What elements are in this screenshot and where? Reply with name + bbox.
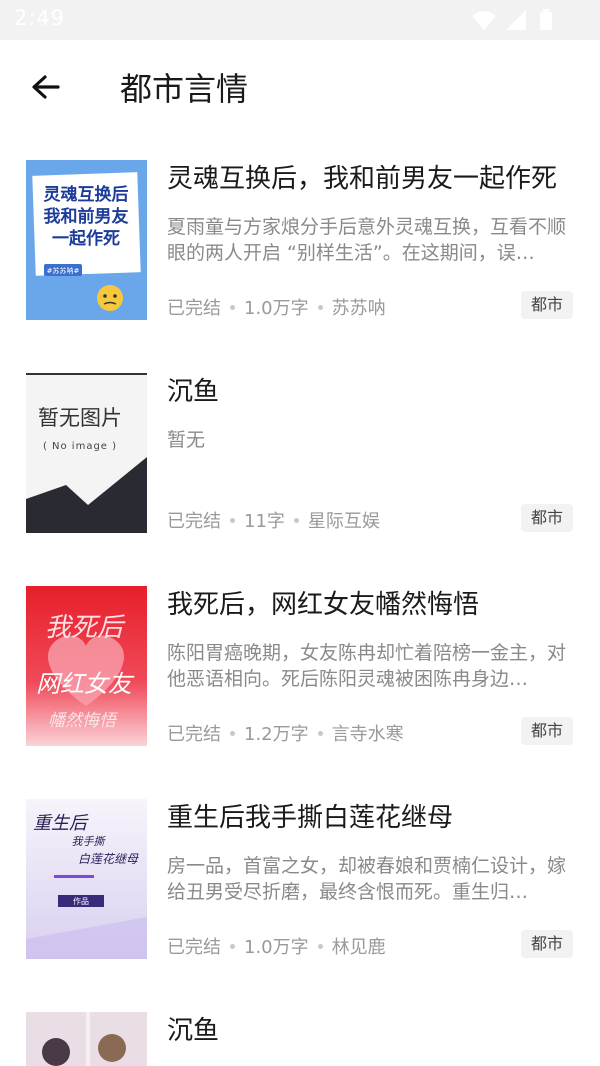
cover-text-line: ( No image )	[43, 441, 117, 452]
book-status: 已完结	[167, 298, 221, 319]
book-description: 房一品，首富之女，却被春娘和贾楠仁设计，嫁给丑男受尽折磨，最终含恨而死。重生归…	[167, 855, 567, 903]
book-item[interactable]: 我死后 网红女友 幡然悔悟 我死后，网红女友幡然悔悟 陈阳胃癌晚期，女友陈冉却忙…	[0, 566, 600, 766]
cover-text-line: 幡然悔悟	[48, 711, 119, 731]
cover-text-line: 我手撕	[72, 835, 107, 848]
separator-dot	[293, 517, 299, 523]
category-tag[interactable]: 都市	[520, 291, 573, 319]
separator-dot	[230, 517, 235, 523]
page-title: 都市言情	[120, 70, 249, 108]
status-icons	[454, 8, 554, 32]
book-author: 言寺水寒	[331, 724, 404, 745]
book-meta: 已完结 1.2万字 言寺水寒	[167, 720, 404, 746]
book-title: 沉鱼	[167, 377, 220, 407]
app-header: 都市言情	[0, 40, 600, 136]
cover-text-line: 暂无图片	[38, 406, 122, 430]
book-title: 重生后我手撕白莲花继母	[167, 803, 454, 833]
book-item[interactable]: 灵魂互换后 我和前男友 一起作死 #苏苏呐# 灵魂互换后，我和前男友一起作死 夏…	[0, 140, 600, 340]
status-time: 2:49	[14, 6, 66, 30]
book-cover: 重生后 我手撕 白莲花继母 作品	[26, 799, 147, 959]
cover-text-line: 重生后	[33, 813, 89, 834]
separator-dot	[230, 304, 235, 310]
book-item[interactable]: 沉鱼	[0, 992, 600, 1066]
book-title: 我死后，网红女友幡然悔悟	[167, 590, 480, 620]
book-title: 沉鱼	[167, 1016, 220, 1046]
cover-text-line: 我和前男友	[44, 206, 129, 227]
separator-dot	[317, 943, 323, 949]
book-cover: 灵魂互换后 我和前男友 一起作死 #苏苏呐#	[26, 160, 147, 320]
cover-badge: 作品	[73, 896, 89, 906]
separator-dot	[317, 304, 323, 310]
book-description: 暂无	[167, 429, 206, 451]
book-description: 夏雨童与方家烺分手后意外灵魂互换，互看不顺眼的两人开启 “别样生活”。在这期间，…	[167, 216, 567, 264]
back-button[interactable]	[24, 66, 68, 110]
book-author: 苏苏呐	[331, 298, 386, 319]
book-title: 灵魂互换后，我和前男友一起作死	[167, 164, 558, 194]
book-author: 星际互娱	[307, 511, 380, 532]
book-cover: 我死后 网红女友 幡然悔悟	[26, 586, 147, 746]
book-item[interactable]: 暂无图片 ( No image ) 沉鱼 暂无 已完结 11字 星际互娱 都市	[0, 353, 600, 553]
book-author: 林见鹿	[331, 937, 386, 958]
cover-text-line: 我死后	[45, 613, 126, 643]
separator-dot	[230, 730, 235, 736]
signal-icon	[506, 10, 526, 30]
arrow-left-icon	[32, 75, 60, 99]
book-meta: 已完结 1.0万字 苏苏呐	[167, 294, 386, 320]
separator-dot	[317, 730, 323, 736]
book-item[interactable]: 重生后 我手撕 白莲花继母 作品 重生后我手撕白莲花继母 房一品，首富之女，却被…	[0, 779, 600, 979]
category-tag[interactable]: 都市	[520, 930, 573, 958]
book-status: 已完结	[167, 937, 221, 958]
category-tag[interactable]: 都市	[520, 717, 573, 745]
book-meta: 已完结 1.0万字 林见鹿	[167, 933, 386, 959]
status-bar: 2:49	[0, 0, 600, 40]
book-word-count: 1.0万字	[244, 298, 309, 319]
book-word-count: 1.0万字	[244, 937, 309, 958]
battery-icon	[540, 9, 552, 30]
book-word-count: 1.2万字	[244, 724, 309, 745]
book-status: 已完结	[167, 724, 221, 745]
separator-dot	[230, 943, 235, 949]
cover-badge: #苏苏呐#	[47, 266, 80, 275]
book-status: 已完结	[167, 511, 221, 532]
book-description: 陈阳胃癌晚期，女友陈冉却忙着陪榜一金主，对他恶语相向。死后陈阳灵魂被困陈冉身边…	[167, 642, 567, 690]
cover-text-line: 网红女友	[36, 670, 135, 698]
category-tag[interactable]: 都市	[520, 504, 573, 532]
cover-text-line: 灵魂互换后	[44, 184, 129, 205]
cover-text-line: 一起作死	[52, 228, 120, 249]
wifi-icon	[472, 11, 496, 30]
emoji-face-icon	[97, 285, 123, 311]
book-cover: 暂无图片 ( No image )	[26, 373, 147, 533]
book-cover	[26, 1012, 147, 1066]
book-word-count: 11字	[244, 511, 285, 532]
cover-text-line: 白莲花继母	[78, 852, 139, 866]
book-meta: 已完结 11字 星际互娱	[167, 507, 380, 533]
